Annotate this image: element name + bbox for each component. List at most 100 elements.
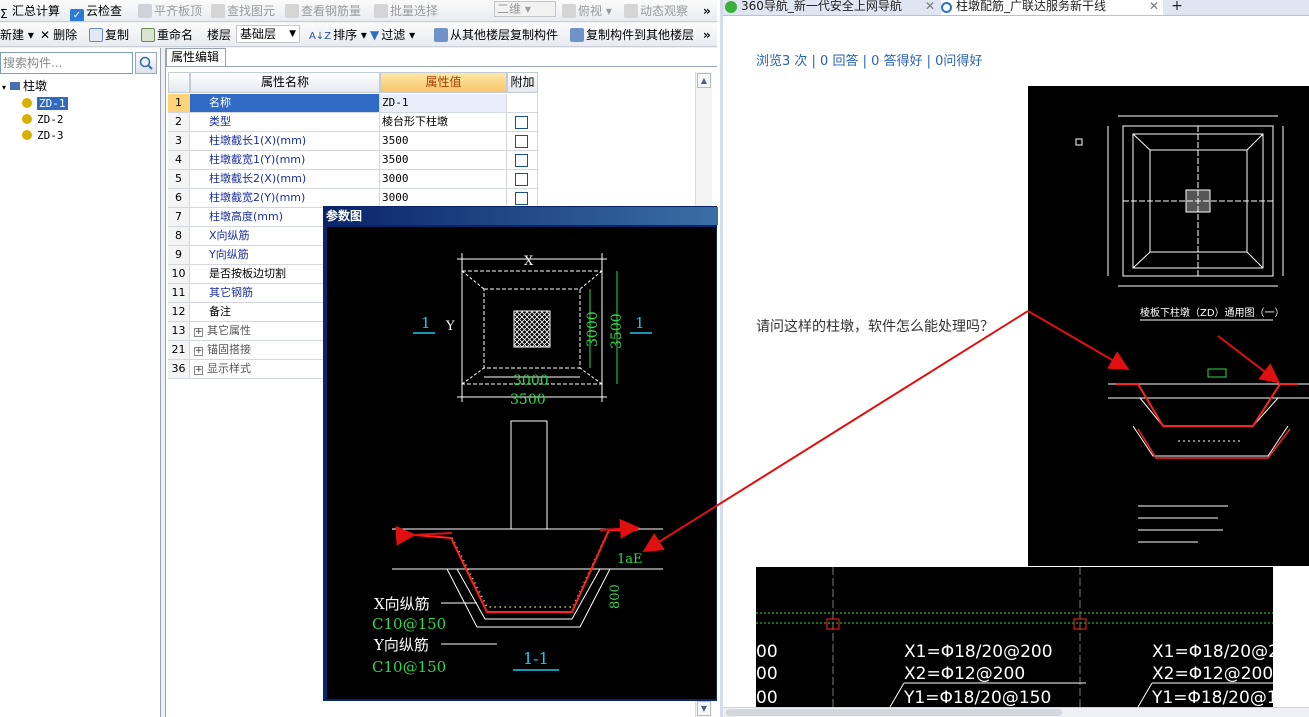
browser-tab-bar: 360导航_新一代安全上网导航 ✕ 柱墩配筋_广联达服务新干线 ✕ + xyxy=(723,0,1309,16)
summary-calc-button[interactable]: Σ 汇总计算 xyxy=(0,0,60,21)
rename-button[interactable]: 重命名 xyxy=(141,24,193,46)
property-value[interactable]: ZD-1 xyxy=(380,94,507,113)
cloud-check-button[interactable]: ✓ 云检查 xyxy=(70,0,122,21)
toolbar-overflow-icon[interactable]: » xyxy=(703,24,711,46)
extra-checkbox[interactable] xyxy=(515,192,528,205)
layers-icon xyxy=(434,28,448,42)
close-icon[interactable]: ✕ xyxy=(1149,0,1159,12)
cad-image-top[interactable]: 棱板下柱墩（ZD）通用图（一） xyxy=(1028,86,1309,566)
property-name-text: 其它属性 xyxy=(207,324,251,337)
y-bars-label: Y向纵筋 xyxy=(373,636,429,654)
tab-pier-rebar[interactable]: 柱墩配筋_广联达服务新干线 ✕ xyxy=(941,0,1163,15)
cad-top-title: 棱板下柱墩（ZD）通用图（一） xyxy=(1140,306,1285,319)
tree-item-zd1[interactable]: ZD-1 xyxy=(22,96,68,111)
header-property-name[interactable]: 属性名称 xyxy=(190,72,380,93)
header-extra[interactable]: 附加 xyxy=(507,72,538,93)
copy-button[interactable]: 复制 xyxy=(89,24,129,46)
tree-item-zd2[interactable]: ZD-2 xyxy=(22,112,64,127)
header-property-value[interactable]: 属性值 xyxy=(380,72,507,93)
filter-icon: ▼ xyxy=(370,28,380,42)
row-number: 10 xyxy=(168,265,190,284)
expand-icon[interactable]: + xyxy=(194,366,203,375)
property-row[interactable]: 4 柱墩截宽1(Y)(mm) 3500 xyxy=(168,151,538,170)
horizontal-scrollbar[interactable] xyxy=(723,707,1309,717)
sort-button[interactable]: A↓Z 排序 ▾ xyxy=(309,24,367,46)
rebar-note-x1-left: X1=Φ18/20@200 xyxy=(904,642,1053,662)
component-tree-panel xyxy=(0,48,161,717)
row-number: 2 xyxy=(168,113,190,132)
toolbar-overflow-icon[interactable]: » xyxy=(703,0,711,21)
filter-button[interactable]: ▼ 过滤 ▾ xyxy=(370,24,415,46)
find-element-button[interactable]: 查找图元 xyxy=(211,0,275,21)
scroll-down-icon[interactable]: ▼ xyxy=(697,701,711,716)
align-slab-top-button[interactable]: 平齐板顶 xyxy=(138,0,202,21)
select-icon xyxy=(374,4,388,18)
property-name-text: 柱墩高度(mm) xyxy=(209,210,284,223)
property-name: 柱墩截长2(X)(mm) xyxy=(190,170,380,189)
cad-app-window: Σ 汇总计算 ✓ 云检查 平齐板顶 查找图元 查看钢筋量 批量选择 二维 ▾ 俯视 … xyxy=(0,0,718,717)
expand-icon[interactable]: + xyxy=(194,347,203,356)
rebar-icon xyxy=(285,4,299,18)
floor-select[interactable]: 基础层 ▼ xyxy=(236,25,300,43)
extra-checkbox[interactable] xyxy=(515,116,528,129)
orbit-button[interactable]: 动态观察 xyxy=(624,0,688,21)
toolbar-main: Σ 汇总计算 ✓ 云检查 平齐板顶 查找图元 查看钢筋量 批量选择 二维 ▾ 俯视 … xyxy=(0,0,717,22)
svg-text:00: 00 xyxy=(756,688,778,707)
property-row[interactable]: 3 柱墩截长1(X)(mm) 3500 xyxy=(168,132,538,151)
view-mode-select[interactable]: 二维 ▾ xyxy=(494,1,556,17)
property-name: 名称 xyxy=(190,94,380,113)
property-name-text: 锚固搭接 xyxy=(207,343,251,356)
tab-360-nav[interactable]: 360导航_新一代安全上网导航 ✕ xyxy=(725,0,937,15)
scroll-up-icon[interactable]: ▲ xyxy=(697,73,711,88)
rename-icon xyxy=(141,28,155,42)
property-value[interactable]: 3500 xyxy=(380,132,507,151)
row-number: 7 xyxy=(168,208,190,227)
row-number: 36 xyxy=(168,360,190,379)
search-icon[interactable] xyxy=(135,52,157,74)
rebar-note-x2-left: X2=Φ12@200 xyxy=(904,664,1025,684)
question-stats[interactable]: 浏览3 次 | 0 回答 | 0 答得好 | 0问得好 xyxy=(756,50,982,69)
extra-checkbox[interactable] xyxy=(515,135,528,148)
orbit-icon xyxy=(624,4,638,18)
svg-text:00: 00 xyxy=(756,642,778,662)
new-button[interactable]: 新建 ▾ xyxy=(0,24,34,46)
pier-diagram-svg: X Y 3000 3500 3000 3500 1 1 1aE 800 X向纵筋… xyxy=(372,253,663,676)
property-value[interactable]: 3000 xyxy=(380,170,507,189)
rebar-note-y1-left: Y1=Φ18/20@150 xyxy=(903,688,1051,707)
property-row[interactable]: 1 名称 ZD-1 xyxy=(168,94,538,113)
dim-3000-vertical: 3000 xyxy=(585,311,601,347)
tree-item-zd3[interactable]: ZD-3 xyxy=(22,128,64,143)
view-rebar-button[interactable]: 查看钢筋量 xyxy=(285,0,361,21)
close-icon[interactable]: ✕ xyxy=(925,0,935,12)
tree-root-pier[interactable]: ▾ 柱墩 xyxy=(2,79,47,94)
expand-collapse-icon[interactable]: ▾ xyxy=(2,80,10,95)
copy-to-floor-button[interactable]: 复制构件到其他楼层 xyxy=(570,24,694,46)
extra-checkbox[interactable] xyxy=(515,154,528,167)
grid-corner xyxy=(168,72,190,93)
browser-window: 360导航_新一代安全上网导航 ✕ 柱墩配筋_广联达服务新干线 ✕ + 浏览3 次 … xyxy=(720,0,1309,717)
cad-image-bottom[interactable]: 00 00 00 X1=Φ18/20@200 X2=Φ12@200 Y1=Φ18… xyxy=(756,567,1273,707)
property-row[interactable]: 5 柱墩截长2(X)(mm) 3000 xyxy=(168,170,538,189)
browser-logo-icon xyxy=(725,1,737,13)
delete-button[interactable]: ✕ 删除 xyxy=(40,24,77,46)
tab-property-edit[interactable]: 属性编辑 xyxy=(166,48,226,66)
section-mark-left: 1 xyxy=(421,314,431,332)
copy-from-floor-button[interactable]: 从其他楼层复制构件 xyxy=(434,24,558,46)
sort-icon: A↓Z xyxy=(309,31,332,42)
cube-icon xyxy=(562,4,576,18)
scroll-thumb[interactable] xyxy=(726,709,1062,716)
screenshot-root: Σ 汇总计算 ✓ 云检查 平齐板顶 查找图元 查看钢筋量 批量选择 二维 ▾ 俯视 … xyxy=(0,0,1309,717)
row-number: 21 xyxy=(168,341,190,360)
property-row[interactable]: 2 类型 棱台形下柱墩 xyxy=(168,113,538,132)
x-bars-spec: C10@150 xyxy=(372,615,446,633)
expand-icon[interactable]: + xyxy=(194,328,203,337)
pier-icon xyxy=(22,98,32,108)
property-value[interactable]: 3500 xyxy=(380,151,507,170)
top-view-button[interactable]: 俯视 ▾ xyxy=(562,0,612,21)
property-value[interactable]: 棱台形下柱墩 xyxy=(380,113,507,132)
new-tab-icon[interactable]: + xyxy=(1167,0,1187,15)
dialog-title[interactable]: 参数图 xyxy=(324,207,718,225)
search-input[interactable]: 搜索构件... xyxy=(0,52,133,74)
extra-checkbox[interactable] xyxy=(515,173,528,186)
batch-select-button[interactable]: 批量选择 xyxy=(374,0,438,21)
